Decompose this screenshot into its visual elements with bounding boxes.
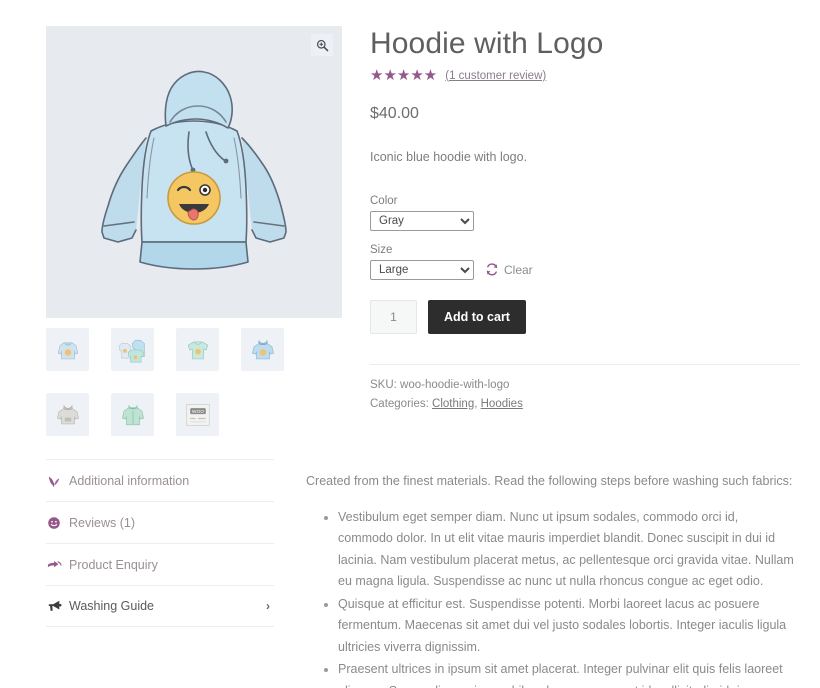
tab-label: Additional information [69, 474, 263, 488]
thumbnail-hoodie-gray[interactable] [46, 393, 89, 436]
list-item: Praesent ultrices in ipsum sit amet plac… [338, 659, 796, 688]
product-price: $40.00 [370, 105, 800, 123]
add-to-cart-form: Add to cart [370, 300, 800, 334]
tab-label: Reviews (1) [69, 516, 263, 530]
apparel-group-thumb-icon [118, 337, 148, 363]
chevron-right-icon: › [266, 599, 270, 613]
size-select[interactable]: Large [370, 260, 474, 280]
short-description: Iconic blue hoodie with logo. [370, 148, 800, 167]
tab-washing-guide[interactable]: Washing Guide › [46, 585, 274, 627]
color-row: Gray [370, 211, 800, 231]
product-tab-list: Additional information Reviews (1) [46, 459, 274, 627]
product-page: WOO Hoodie with Logo ★★★★★ (1 customer r… [0, 0, 820, 688]
color-select[interactable]: Gray [370, 211, 474, 231]
megaphone-icon [46, 599, 62, 613]
categories-line: Categories: Clothing, Hoodies [370, 395, 800, 414]
add-to-cart-button[interactable]: Add to cart [428, 300, 526, 334]
page-title: Hoodie with Logo [370, 26, 800, 62]
product-gallery: WOO [46, 26, 342, 436]
category-link-clothing[interactable]: Clothing [432, 398, 474, 410]
quantity-input[interactable] [370, 300, 417, 334]
hoodie-blue-thumb-icon [55, 337, 81, 363]
leaf-sprout-icon [46, 474, 62, 488]
size-row: Large Clear [370, 260, 800, 280]
tab-product-enquiry[interactable]: Product Enquiry [46, 543, 274, 585]
magnifier-plus-icon [316, 39, 329, 52]
refresh-circular-arrows-icon [485, 263, 499, 276]
thumbnail-apparel-group[interactable] [111, 328, 154, 371]
size-label: Size [370, 244, 800, 256]
categories-label: Categories: [370, 398, 429, 410]
clear-label: Clear [504, 263, 533, 277]
hoodie-illustration [46, 26, 342, 318]
clear-variations-link[interactable]: Clear [485, 263, 533, 277]
svg-text:WOO: WOO [191, 408, 203, 414]
washing-guide-intro: Created from the finest materials. Read … [306, 472, 796, 491]
zoom-magnifier-button[interactable] [311, 34, 333, 56]
tshirt-mint-thumb-icon [185, 337, 211, 363]
tab-panel-washing-guide: Created from the finest materials. Read … [306, 459, 796, 688]
list-item: Quisque at efficitur est. Suspendisse po… [338, 594, 796, 659]
rating-row: ★★★★★ (1 customer review) [370, 68, 800, 83]
category-separator: , [474, 398, 477, 410]
variation-color: Color Gray [370, 195, 800, 231]
category-link-hoodies[interactable]: Hoodies [481, 398, 523, 410]
meta-divider [370, 364, 800, 365]
thumbnail-hoodie-blue-alt[interactable] [241, 328, 284, 371]
hoodie-gray-thumb-icon [55, 402, 81, 428]
thumbnail-hoodie-green[interactable] [111, 393, 154, 436]
list-item: Vestibulum eget semper diam. Nunc ut ips… [338, 507, 796, 593]
sku-line: SKU: woo-hoodie-with-logo [370, 376, 800, 395]
woo-label-thumb-icon: WOO [184, 402, 212, 428]
washing-guide-list: Vestibulum eget semper diam. Nunc ut ips… [306, 507, 796, 688]
thumbnail-tshirt-mint[interactable] [176, 328, 219, 371]
hoodie-green-thumb-icon [120, 402, 146, 428]
thumbnail-woo-label[interactable]: WOO [176, 393, 219, 436]
variation-size: Size Large Clear [370, 244, 800, 280]
star-rating: ★★★★★ [370, 68, 437, 83]
sku-label: SKU: [370, 379, 397, 391]
smiley-circle-icon [46, 516, 62, 530]
tab-label: Product Enquiry [69, 558, 263, 572]
tab-label: Washing Guide [69, 599, 259, 613]
color-label: Color [370, 195, 800, 207]
main-product-image[interactable] [46, 26, 342, 318]
thumbnail-list: WOO [46, 328, 346, 436]
sku-value: woo-hoodie-with-logo [400, 379, 509, 391]
customer-review-link[interactable]: (1 customer review) [445, 70, 546, 82]
product-summary: Hoodie with Logo ★★★★★ (1 customer revie… [370, 26, 800, 414]
pointing-hand-icon [46, 558, 62, 572]
thumbnail-hoodie-blue[interactable] [46, 328, 89, 371]
hoodie-blue-alt-thumb-icon [250, 337, 276, 363]
tab-reviews[interactable]: Reviews (1) [46, 501, 274, 543]
tab-additional-information[interactable]: Additional information [46, 459, 274, 501]
